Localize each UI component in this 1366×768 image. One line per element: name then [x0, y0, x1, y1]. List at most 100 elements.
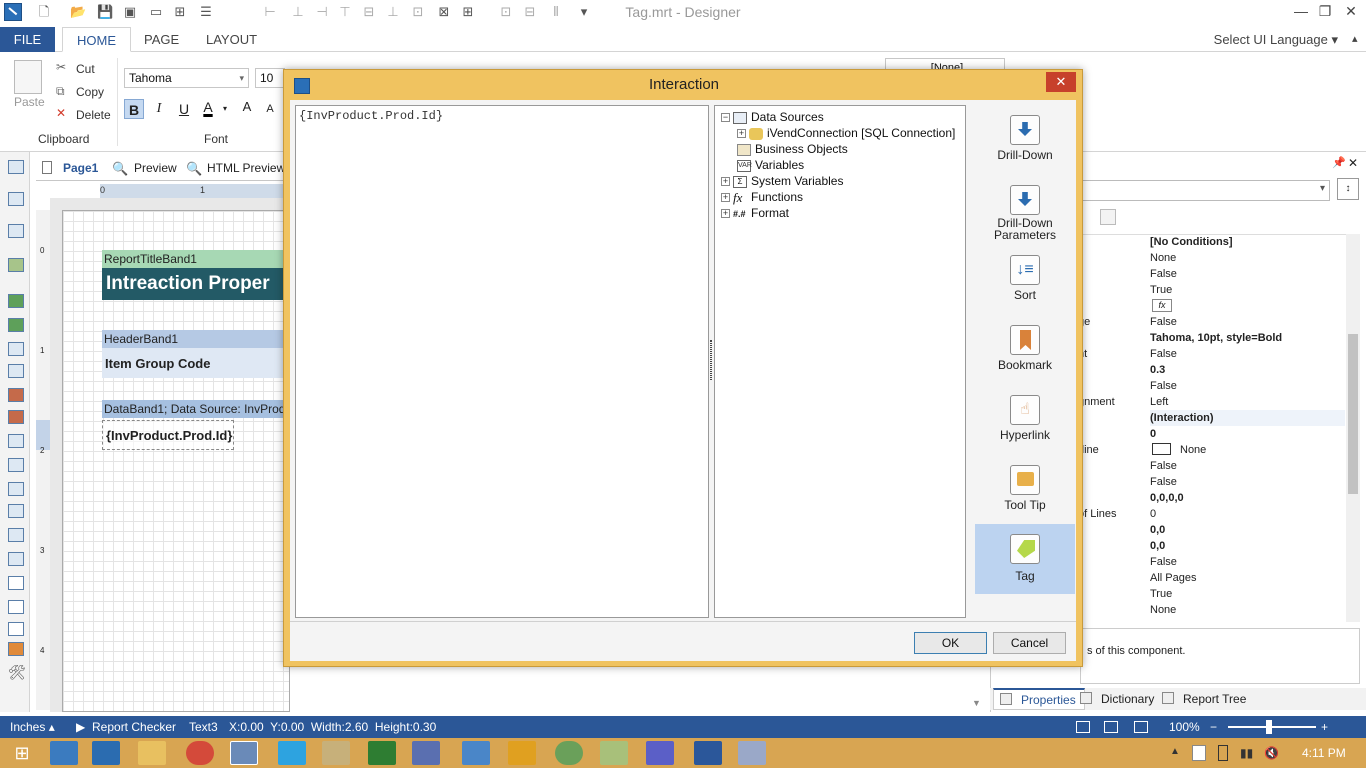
- page-footer-band-icon[interactable]: [8, 364, 24, 378]
- side-item-drill-down[interactable]: Drill-Down: [975, 105, 1075, 175]
- tab-file[interactable]: FILE: [0, 27, 55, 52]
- app-circle-icon[interactable]: [555, 741, 583, 765]
- collapse-ribbon-icon[interactable]: ▴: [1352, 32, 1358, 45]
- copy-button[interactable]: Copy: [76, 85, 104, 99]
- collapse-icon[interactable]: −: [721, 113, 730, 123]
- child-band-icon[interactable]: [8, 528, 24, 542]
- font-color-button[interactable]: A: [198, 97, 218, 117]
- tools-icon[interactable]: 🛠: [8, 664, 26, 681]
- explorer-icon[interactable]: [138, 741, 166, 765]
- band-tool-icon[interactable]: [8, 192, 24, 206]
- shape-tool-icon[interactable]: [8, 622, 24, 636]
- delete-button[interactable]: Delete: [76, 108, 111, 122]
- designer-task-icon[interactable]: [230, 741, 258, 765]
- page-width-icon[interactable]: [1076, 721, 1090, 733]
- ok-button[interactable]: OK: [914, 632, 987, 654]
- prop-value-16[interactable]: 0,0,0,0: [1150, 490, 1345, 506]
- prop-value-11[interactable]: (Interaction): [1150, 410, 1345, 426]
- powerbi-icon[interactable]: [508, 741, 536, 765]
- sort-properties-icon[interactable]: ↕: [1337, 178, 1359, 200]
- prop-value-19[interactable]: 0,0: [1150, 538, 1345, 554]
- shrink-font-button[interactable]: A: [260, 99, 280, 119]
- network-task-icon[interactable]: [412, 741, 440, 765]
- property-scrollbar-thumb[interactable]: [1348, 334, 1358, 494]
- prop-value-1[interactable]: None: [1150, 250, 1345, 266]
- battery-icon[interactable]: [1218, 745, 1228, 761]
- tab-home[interactable]: HOME: [62, 27, 131, 52]
- word-icon[interactable]: [694, 741, 722, 765]
- text-tool-icon[interactable]: [8, 552, 24, 566]
- expand-icon[interactable]: +: [721, 193, 730, 203]
- dialog-close-button[interactable]: ✕: [1046, 72, 1076, 92]
- side-item-tag[interactable]: Tag: [975, 524, 1075, 594]
- side-item-hyperlink[interactable]: ☝ Hyperlink: [975, 385, 1075, 455]
- zoom-out-icon[interactable]: −: [1210, 716, 1217, 738]
- expand-icon[interactable]: +: [721, 209, 730, 219]
- tree-data-sources[interactable]: − Data Sources: [721, 109, 824, 125]
- report-title-text[interactable]: Intreaction Proper: [102, 268, 290, 300]
- data-text-component[interactable]: {InvProduct.Prod.Id}: [102, 420, 234, 450]
- dictionary-tree[interactable]: − Data Sources + iVendConnection [SQL Conn…: [714, 105, 966, 618]
- tab-dictionary[interactable]: Dictionary: [1101, 692, 1154, 706]
- prop-value-9[interactable]: False: [1150, 378, 1345, 394]
- tree-business-objects[interactable]: Business Objects: [737, 141, 848, 157]
- prop-value-7[interactable]: False: [1150, 346, 1345, 362]
- prop-value-5[interactable]: False: [1150, 314, 1345, 330]
- paste-icon[interactable]: [14, 60, 42, 94]
- tab-page1[interactable]: Page1: [63, 156, 98, 180]
- group-footer-band-icon[interactable]: [8, 410, 24, 424]
- start-icon[interactable]: ⊞: [8, 741, 36, 765]
- bold-button[interactable]: B: [124, 99, 144, 119]
- italic-button[interactable]: I: [149, 99, 169, 119]
- prop-value-14[interactable]: False: [1150, 458, 1345, 474]
- clock[interactable]: 4:11 PM: [1302, 746, 1346, 760]
- side-item-sort[interactable]: ↓≡ Sort: [975, 245, 1075, 315]
- prop-value-6[interactable]: Tahoma, 10pt, style=Bold: [1150, 330, 1345, 346]
- tray-flag-icon[interactable]: [1192, 745, 1206, 761]
- zoom-slider[interactable]: [1228, 726, 1316, 728]
- prop-value-22[interactable]: True: [1150, 586, 1345, 602]
- cross-band-tool-icon[interactable]: [8, 224, 24, 238]
- side-item-bookmark[interactable]: Bookmark: [975, 315, 1075, 385]
- font-family-select[interactable]: Tahoma ▾: [124, 68, 249, 88]
- side-item-tooltip[interactable]: Tool Tip: [975, 455, 1075, 525]
- font-color-dropdown-icon[interactable]: ▾: [223, 104, 227, 113]
- prop-expression-icon[interactable]: fx: [1152, 299, 1172, 312]
- zoom-in-icon[interactable]: +: [1321, 716, 1328, 738]
- tree-connection[interactable]: + iVendConnection [SQL Connection]: [737, 125, 955, 141]
- side-item-drill-down-parameters[interactable]: Drill-Down Parameters: [975, 175, 1075, 245]
- expression-editor[interactable]: {InvProduct.Prod.Id}: [295, 105, 709, 618]
- report-title-band-label[interactable]: ReportTitleBand1: [102, 250, 290, 268]
- image-tool-icon[interactable]: [8, 258, 24, 272]
- network-icon[interactable]: ▮▮: [1240, 746, 1253, 760]
- report-title-band-icon[interactable]: [8, 294, 24, 308]
- header-band-icon[interactable]: [8, 434, 24, 448]
- play-icon[interactable]: ▶: [76, 716, 85, 738]
- outlook-icon[interactable]: [92, 741, 120, 765]
- report-checker-button[interactable]: Report Checker: [92, 716, 176, 738]
- tab-page[interactable]: PAGE: [130, 27, 193, 52]
- zoom-slider-thumb[interactable]: [1266, 720, 1272, 734]
- chrome-icon[interactable]: [186, 741, 214, 765]
- prop-value-10[interactable]: Left: [1150, 394, 1345, 410]
- notepad-icon[interactable]: [462, 741, 490, 765]
- prop-value-12[interactable]: 0: [1150, 426, 1345, 442]
- page-header-band-icon[interactable]: [8, 342, 24, 356]
- data-band-label[interactable]: DataBand1; Data Source: InvProdu: [102, 400, 290, 418]
- component-select[interactable]: ▾: [1070, 180, 1330, 201]
- tree-system-variables[interactable]: + Σ System Variables: [721, 173, 843, 189]
- tab-layout[interactable]: LAYOUT: [192, 27, 271, 52]
- tree-functions[interactable]: + fx Functions: [721, 189, 803, 205]
- group-header-band-icon[interactable]: [8, 388, 24, 402]
- property-scrollbar[interactable]: [1346, 234, 1360, 622]
- teams-icon[interactable]: [646, 741, 674, 765]
- tab-preview[interactable]: Preview: [134, 156, 177, 180]
- footer-band-icon[interactable]: [8, 458, 24, 472]
- chat-icon[interactable]: [600, 741, 628, 765]
- header-band-label[interactable]: HeaderBand1: [102, 330, 290, 348]
- prop-value-23[interactable]: None: [1150, 602, 1345, 618]
- prop-value-2[interactable]: False: [1150, 266, 1345, 282]
- prop-value-15[interactable]: False: [1150, 474, 1345, 490]
- prop-value-18[interactable]: 0,0: [1150, 522, 1345, 538]
- two-pages-icon[interactable]: [1134, 721, 1148, 733]
